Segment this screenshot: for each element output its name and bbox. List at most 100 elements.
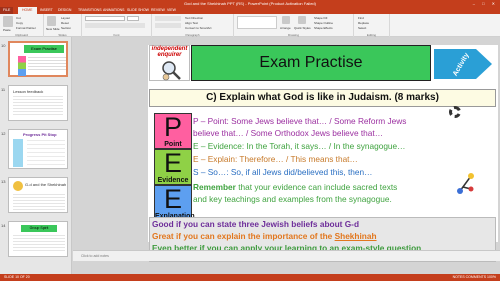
criteria-label: Good bbox=[152, 219, 174, 229]
window-title: God and the Shekhinah PPT (RS) - PowerPo… bbox=[184, 1, 316, 6]
slide-thumbnail-12[interactable]: Progress Pit Stop bbox=[8, 129, 68, 169]
select-button[interactable]: Select bbox=[358, 26, 366, 30]
arrange-button[interactable]: Arrange bbox=[280, 26, 291, 30]
slide-canvas-area: independent enquirer Exam Practise Activ… bbox=[73, 37, 500, 262]
tab-file[interactable]: FILE bbox=[0, 7, 14, 14]
tab-design[interactable]: DESIGN bbox=[58, 7, 71, 14]
peel-line: E – Evidence: In the Torah, it says… / I… bbox=[193, 141, 406, 151]
close-button[interactable]: ✕ bbox=[492, 1, 498, 6]
font-group: Font bbox=[82, 14, 152, 37]
new-slide-icon[interactable] bbox=[47, 16, 56, 26]
tab-review[interactable]: REVIEW bbox=[151, 7, 165, 14]
slide-thumbnail-14[interactable]: Group Spirit bbox=[8, 221, 68, 257]
font-name-select[interactable] bbox=[85, 16, 125, 21]
tab-animations[interactable]: ANIMATIONS bbox=[103, 7, 125, 14]
tab-view[interactable]: VIEW bbox=[167, 7, 176, 14]
quick-styles-button[interactable]: Quick Styles bbox=[294, 26, 311, 30]
thumb-text bbox=[13, 194, 65, 210]
remember-line-2: and key teachings and examples from the … bbox=[193, 194, 392, 204]
find-button[interactable]: Find bbox=[358, 16, 364, 20]
tab-slideshow[interactable]: SLIDE SHOW bbox=[127, 7, 149, 14]
remember-line: Remember that your evidence can include … bbox=[193, 181, 397, 193]
thumb-number: 14 bbox=[1, 223, 6, 228]
tab-home[interactable]: HOME bbox=[18, 7, 37, 14]
peel-letter: P bbox=[163, 112, 182, 142]
status-bar: SLIDE 10 OF 20 NOTES COMMENTS 100% bbox=[0, 274, 500, 281]
gear-icon bbox=[449, 106, 461, 118]
copy-button[interactable]: Copy bbox=[16, 21, 23, 25]
paste-icon[interactable] bbox=[3, 16, 13, 27]
status-right[interactable]: NOTES COMMENTS 100% bbox=[453, 274, 496, 281]
arrange-icon[interactable] bbox=[282, 16, 290, 24]
thumb-image bbox=[13, 181, 23, 191]
peel-box-explanation: E Explanation bbox=[154, 184, 195, 221]
shekhinah-link[interactable]: Shekhinah bbox=[335, 231, 377, 241]
paragraph-group: Text Direction Align Text Convert to Sma… bbox=[152, 14, 234, 37]
maximize-button[interactable]: □ bbox=[482, 1, 487, 6]
tab-transitions[interactable]: TRANSITIONS bbox=[78, 7, 102, 14]
replace-button[interactable]: Replace bbox=[358, 21, 369, 25]
criteria-text: if you can explain the importance of the bbox=[173, 231, 335, 241]
thumb-peel bbox=[18, 56, 26, 76]
slide-thumbnail-13[interactable]: G-d and the Shekhinah bbox=[8, 177, 68, 213]
shape-effects-button[interactable]: Shape Effects bbox=[314, 26, 333, 30]
question-bar: C) Explain what God is like in Judaism. … bbox=[149, 89, 496, 107]
notes-pane[interactable]: Click to add notes bbox=[73, 250, 500, 261]
text-direction-button[interactable]: Text Direction bbox=[185, 16, 203, 20]
section-button[interactable]: Section bbox=[61, 26, 71, 30]
paste-button[interactable]: Paste bbox=[3, 28, 11, 32]
title-bar: God and the Shekhinah PPT (RS) - PowerPo… bbox=[0, 0, 500, 7]
reset-button[interactable]: Reset bbox=[61, 21, 69, 25]
peel-line: E – Explain: Therefore… / This means tha… bbox=[193, 154, 358, 164]
independent-enquirer-badge: independent enquirer bbox=[149, 45, 190, 81]
shape-fill-button[interactable]: Shape Fill bbox=[314, 16, 327, 20]
tab-insert[interactable]: INSERT bbox=[40, 7, 53, 14]
thumb-number: 13 bbox=[1, 179, 6, 184]
minimize-button[interactable]: – bbox=[473, 1, 478, 6]
font-size-select[interactable] bbox=[127, 16, 139, 21]
thumb-text bbox=[27, 140, 65, 166]
thumb-number: 11 bbox=[1, 87, 6, 92]
ribbon-tabs: FILE HOME INSERT DESIGN TRANSITIONS ANIM… bbox=[0, 7, 500, 14]
editing-group: Find Replace Select Editing bbox=[354, 14, 390, 37]
peel-letter: E bbox=[163, 148, 182, 178]
layout-button[interactable]: Layout bbox=[61, 16, 70, 20]
align-buttons[interactable] bbox=[155, 23, 181, 28]
thumb-title: Group Spirit bbox=[21, 225, 57, 232]
thumb-title: Lesson feedback bbox=[13, 89, 44, 94]
criteria-good: Good if you can state three Jewish belie… bbox=[150, 218, 495, 230]
thumb-text bbox=[13, 235, 65, 253]
thumb-title: Exam Practise bbox=[24, 45, 64, 53]
magnifier-icon bbox=[162, 61, 181, 81]
slide-thumbnail-pane[interactable]: 10 Exam Practise 11 Lesson feedback 12 P… bbox=[0, 37, 72, 274]
peel-letter: E bbox=[163, 184, 182, 214]
clipboard-group: Paste Cut Copy Format Painter Clipboard bbox=[0, 14, 44, 37]
drawing-group: Arrange Quick Styles Shape Fill Shape Ou… bbox=[234, 14, 354, 37]
thumb-number: 12 bbox=[1, 131, 6, 136]
quick-styles-icon[interactable] bbox=[298, 16, 306, 24]
slides-group: New Slide Layout Reset Section Slides bbox=[44, 14, 82, 37]
new-slide-button[interactable]: New Slide bbox=[46, 27, 60, 31]
align-text-button[interactable]: Align Text bbox=[185, 21, 198, 25]
window-controls[interactable]: – □ ✕ bbox=[473, 0, 498, 7]
thumb-text bbox=[28, 57, 66, 71]
exam-practise-banner: Exam Practise bbox=[191, 45, 431, 81]
cut-button[interactable]: Cut bbox=[16, 16, 21, 20]
thumb-title: Progress Pit Stop bbox=[23, 132, 57, 137]
format-painter-button[interactable]: Format Painter bbox=[16, 26, 36, 30]
slide-counter: SLIDE 10 OF 20 bbox=[4, 275, 30, 279]
molecule-icon bbox=[457, 173, 474, 194]
font-format-buttons[interactable] bbox=[85, 23, 145, 28]
list-buttons[interactable] bbox=[155, 16, 181, 21]
peel-box-evidence: E Evidence bbox=[154, 149, 192, 185]
smartart-button[interactable]: Convert to SmartArt bbox=[185, 26, 212, 30]
thumb-text bbox=[13, 96, 63, 116]
shapes-gallery[interactable] bbox=[237, 16, 277, 29]
peel-line: S – So…: So, if all Jews did/believed th… bbox=[193, 167, 373, 177]
ribbon: Paste Cut Copy Format Painter Clipboard … bbox=[0, 14, 500, 37]
shape-outline-button[interactable]: Shape Outline bbox=[314, 21, 333, 25]
criteria-text: if you can state three Jewish beliefs ab… bbox=[173, 219, 360, 229]
slide[interactable]: independent enquirer Exam Practise Activ… bbox=[148, 45, 498, 262]
slide-thumbnail-10[interactable]: Exam Practise bbox=[8, 41, 68, 77]
slide-thumbnail-11[interactable]: Lesson feedback bbox=[8, 85, 68, 121]
